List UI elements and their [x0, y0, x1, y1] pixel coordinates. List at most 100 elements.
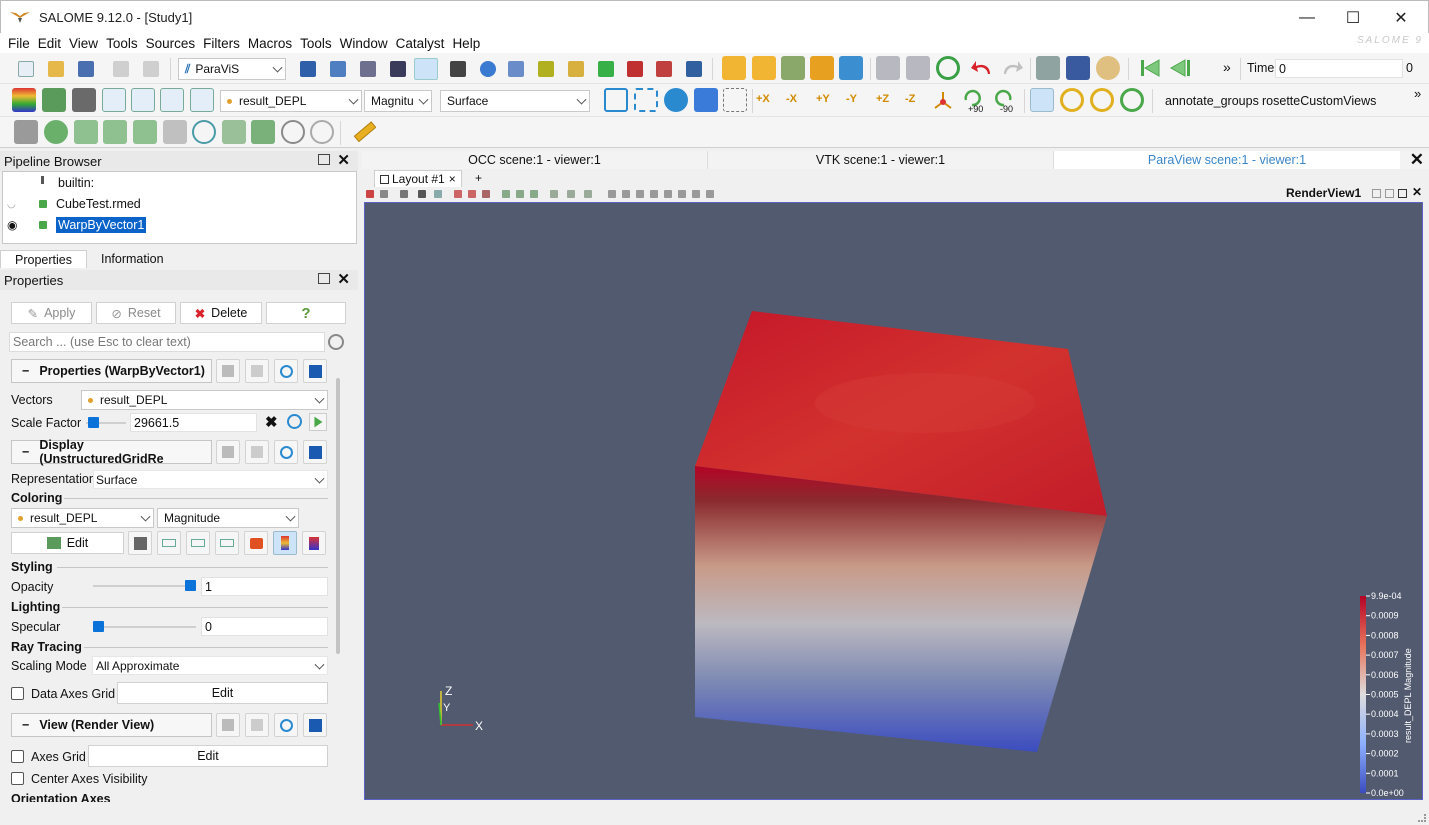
- rescale-custom-icon[interactable]: [102, 88, 126, 112]
- calculator-filter-icon[interactable]: [14, 120, 38, 144]
- rescale-custom-range-icon[interactable]: [186, 531, 210, 555]
- pipeline-item-builtin[interactable]: builtin:: [41, 176, 94, 190]
- close-panel-icon[interactable]: ✕: [337, 151, 350, 169]
- data-axes-grid-edit-button[interactable]: Edit: [117, 682, 328, 704]
- capture-icon[interactable]: [434, 190, 442, 198]
- restore-display-icon[interactable]: [274, 440, 298, 464]
- split-vertical-icon[interactable]: [380, 190, 388, 198]
- menu-view[interactable]: View: [65, 36, 102, 51]
- representation-select[interactable]: Surface: [440, 90, 590, 112]
- properties-scrollbar[interactable]: [336, 378, 340, 654]
- reset-button[interactable]: ⊘ Reset: [96, 302, 176, 324]
- rescale-over-time-icon[interactable]: [190, 88, 214, 112]
- ruler-icon[interactable]: [352, 120, 377, 144]
- vectors-select[interactable]: result_DEPL: [81, 390, 328, 410]
- edit-color-map-button[interactable]: Edit: [11, 532, 124, 554]
- color-array-select[interactable]: result_DEPL: [220, 90, 362, 112]
- smesh-module-icon[interactable]: [390, 61, 406, 77]
- stream-tracer-icon[interactable]: [222, 120, 246, 144]
- grow-selection-icon[interactable]: [608, 190, 616, 198]
- macro-annotate-groups[interactable]: annotate_groups: [1165, 94, 1259, 108]
- axes-grid-checkbox[interactable]: [11, 750, 24, 763]
- adao-icon[interactable]: [598, 61, 614, 77]
- rescale-temporal-range-icon[interactable]: [215, 531, 239, 555]
- scale-factor-refresh-icon[interactable]: [287, 414, 302, 429]
- job-manager-icon[interactable]: [480, 61, 496, 77]
- minimize-button[interactable]: —: [1284, 1, 1330, 34]
- add-layout-button[interactable]: +: [475, 171, 482, 185]
- plot-selection-icon[interactable]: [650, 190, 658, 198]
- scale-factor-reset-icon[interactable]: ✖: [265, 413, 278, 431]
- render-view-viewport[interactable]: X Z Y 9.9e-04 0.0009 0.0008 0.0007 0.0006 0.0…: [364, 202, 1423, 800]
- tab-paraview-viewer[interactable]: ParaView scene:1 - viewer:1: [1054, 151, 1400, 169]
- copy-display-icon[interactable]: [216, 440, 240, 464]
- choose-preset-icon[interactable]: [128, 531, 152, 555]
- paste-display-icon[interactable]: [245, 440, 269, 464]
- tab-information[interactable]: Information: [87, 250, 178, 268]
- select-points-icon[interactable]: [468, 190, 476, 198]
- module-select[interactable]: ⫽ ParaViS: [178, 58, 286, 80]
- undo-icon[interactable]: [970, 56, 994, 80]
- isometric-view-icon[interactable]: [931, 88, 955, 112]
- time-index-spinbox[interactable]: 0: [1406, 61, 1413, 75]
- visibility-eye-icon[interactable]: ◉: [7, 218, 21, 232]
- scale-factor-input[interactable]: 29661.5: [130, 413, 257, 432]
- maximize-view-icon[interactable]: [1398, 189, 1407, 198]
- pipeline-item-warpbyvector[interactable]: ◉ WarpByVector1: [7, 217, 147, 233]
- color-palette-icon[interactable]: [1096, 56, 1120, 80]
- select-block-icon[interactable]: [502, 190, 510, 198]
- save-screenshot-icon[interactable]: [906, 56, 930, 80]
- contour-filter-icon[interactable]: [44, 120, 68, 144]
- view-plus-x-button[interactable]: +X: [756, 93, 770, 105]
- save-data-icon[interactable]: [876, 56, 900, 80]
- reset-camera-icon[interactable]: [604, 88, 628, 112]
- add-selection-icon[interactable]: [678, 190, 686, 198]
- specular-input[interactable]: 0: [201, 617, 328, 636]
- time-value-field[interactable]: 0: [1275, 59, 1403, 78]
- center-axes-checkbox[interactable]: [11, 772, 24, 785]
- zoom-closest-icon[interactable]: [694, 88, 718, 112]
- camera-icon[interactable]: [400, 190, 408, 198]
- float-properties-icon[interactable]: [318, 273, 330, 284]
- clip-filter-icon[interactable]: [74, 120, 98, 144]
- show-center-icon[interactable]: [1030, 88, 1054, 112]
- gear-icon[interactable]: [328, 334, 344, 350]
- select-polygon-points-icon[interactable]: [584, 190, 592, 198]
- help-button[interactable]: ?: [266, 302, 346, 324]
- yacs-module-icon[interactable]: [450, 61, 466, 77]
- split-view-horizontal-icon[interactable]: [1372, 189, 1381, 198]
- clear-selection-icon[interactable]: [706, 190, 714, 198]
- menu-macros[interactable]: Macros: [244, 36, 296, 51]
- previous-frame-icon[interactable]: [1168, 56, 1192, 80]
- connect-icon[interactable]: [839, 56, 863, 80]
- scaling-mode-select[interactable]: All Approximate: [92, 656, 328, 675]
- paste-properties-icon[interactable]: [245, 359, 269, 383]
- scale-factor-slider[interactable]: [88, 417, 100, 428]
- save-file-icon[interactable]: [78, 61, 94, 77]
- close-properties-icon[interactable]: ✕: [337, 270, 350, 288]
- view-minus-y-button[interactable]: -Y: [846, 93, 857, 105]
- toolbar-2-overflow-icon[interactable]: »: [1414, 86, 1421, 101]
- paste-view-icon[interactable]: [245, 713, 269, 737]
- copy-view-icon[interactable]: [216, 713, 240, 737]
- favorites-icon[interactable]: [244, 531, 268, 555]
- menu-catalyst[interactable]: Catalyst: [392, 36, 449, 51]
- macro-rosette-custom-views[interactable]: rosetteCustomViews: [1262, 94, 1376, 108]
- tab-layout-1[interactable]: Layout #1 ×: [374, 170, 462, 187]
- scale-factor-apply-icon[interactable]: [309, 413, 327, 431]
- shaper-module-icon[interactable]: [360, 61, 376, 77]
- new-file-icon[interactable]: [18, 61, 34, 77]
- reset-center-icon[interactable]: [1060, 88, 1084, 112]
- hover-cells-icon[interactable]: [550, 190, 558, 198]
- copy-properties-icon[interactable]: [216, 359, 240, 383]
- save-view-icon[interactable]: [303, 713, 327, 737]
- paste-icon[interactable]: [143, 61, 159, 77]
- apply-button[interactable]: ✎ Apply: [11, 302, 92, 324]
- coloring-array-select[interactable]: result_DEPL: [11, 508, 154, 528]
- chart-module-icon[interactable]: [686, 61, 702, 77]
- zoom-to-data-icon[interactable]: [664, 88, 688, 112]
- resize-grip-icon[interactable]: [1418, 814, 1426, 822]
- view-minus-x-button[interactable]: -X: [786, 93, 797, 105]
- interaction-mode-icon[interactable]: [1120, 88, 1144, 112]
- close-view-icon[interactable]: ✕: [1410, 150, 1424, 170]
